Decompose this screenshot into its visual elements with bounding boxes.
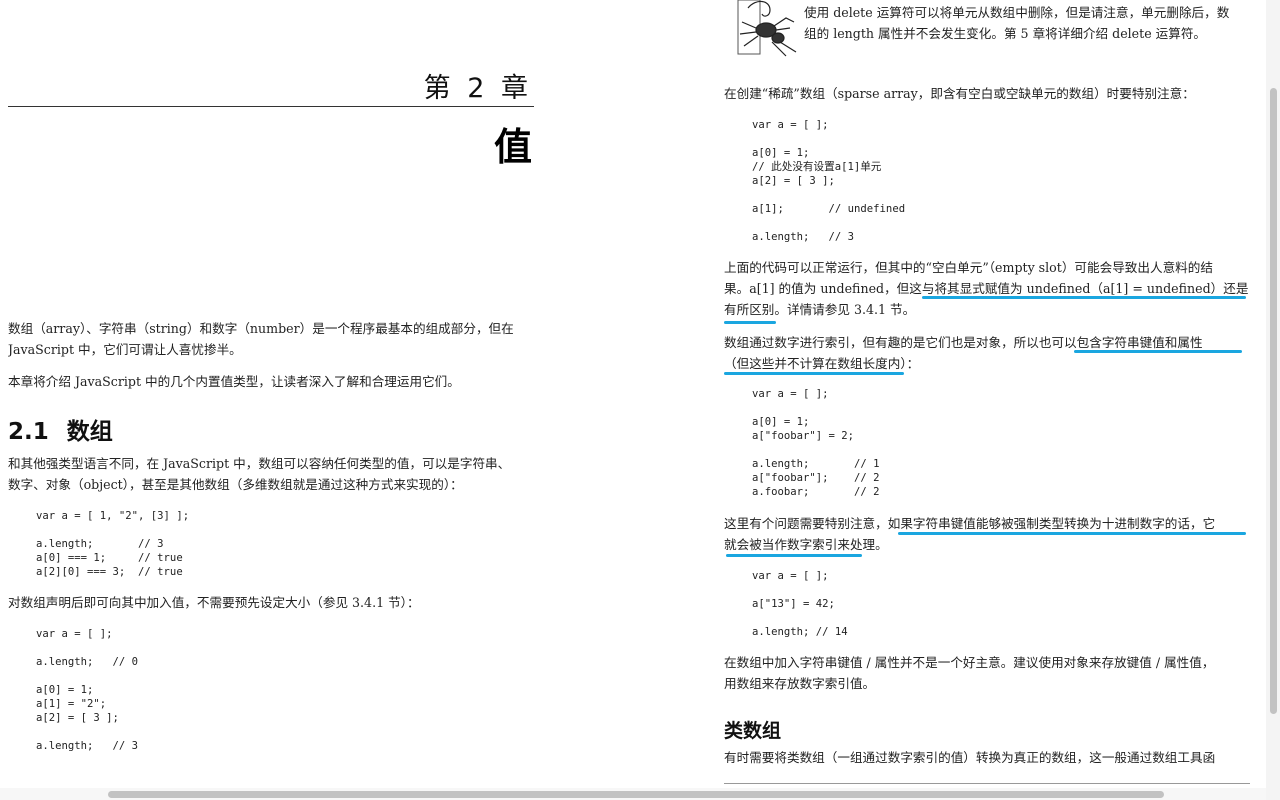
highlight-underline	[898, 532, 1246, 535]
intro-line-1: 数组（array）、字符串（string）和数字（number）是一个程序最基本…	[8, 321, 514, 336]
highlight-underline	[724, 372, 904, 375]
sparse-line-3: 有所区别。详情请参见 3.4.1 节。	[724, 302, 916, 317]
section-title: 数组	[66, 419, 113, 445]
note-line-1: 使用 delete 运算符可以将单元从数组中删除，但是请注意，单元删除后，数	[804, 5, 1230, 20]
highlight-underline	[724, 321, 776, 324]
paragraph-after-code1: 对数组声明后即可向其中加入值，不需要预先设定大小（参见 3.4.1 节）：	[8, 595, 420, 610]
highlight-underline	[922, 296, 1246, 299]
note-text: 使用 delete 运算符可以将单元从数组中删除，但是请注意，单元删除后，数 组…	[804, 2, 1250, 44]
scorpion-icon	[737, 0, 797, 57]
horizontal-scrollbar[interactable]	[0, 788, 1266, 800]
section-number: 2.1	[8, 419, 49, 445]
chapter-rule	[8, 106, 534, 107]
code-block-3: var a = [ ]; a[0] = 1; // 此处没有设置a[1]单元 a…	[752, 119, 906, 243]
intro-paragraph-2: 本章将介绍 JavaScript 中的几个内置值类型，让读者深入了解和合理运用它…	[8, 374, 460, 389]
array-like-paragraph: 有时需要将类数组（一组通过数字索引的值）转换为真正的数组，这一般通过数组工具函	[724, 750, 1216, 765]
advice-line-2: 用数组来存放数字索引值。	[724, 676, 876, 691]
advice-paragraph: 在数组中加入字符串键值 / 属性并不是一个好主意。建议使用对象来存放键值 / 属…	[724, 652, 1250, 694]
code-block-4: var a = [ ]; a[0] = 1; a["foobar"] = 2; …	[752, 388, 880, 498]
vertical-scrollbar[interactable]	[1266, 0, 1280, 800]
vertical-scrollbar-thumb[interactable]	[1270, 88, 1277, 714]
highlight-underline	[726, 554, 862, 557]
horizontal-scrollbar-thumb[interactable]	[108, 791, 1164, 798]
code-block-5: var a = [ ]; a["13"] = 42; a.length; // …	[752, 570, 848, 638]
section-heading: 2.1 数组	[8, 412, 113, 446]
intro-paragraph: 数组（array）、字符串（string）和数字（number）是一个程序最基本…	[8, 318, 534, 360]
caution-line-2: 就会被当作数字索引来处理。	[724, 537, 888, 552]
note-line-2: 组的 length 属性并不会发生变化。第 5 章将详细介绍 delete 运算…	[804, 26, 1207, 41]
advice-line-1: 在数组中加入字符串键值 / 属性并不是一个好主意。建议使用对象来存放键值 / 属…	[724, 655, 1215, 670]
sparse-line-1: 上面的代码可以正常运行，但其中的“空白单元”（empty slot）可能会导致出…	[724, 260, 1213, 275]
code-block-1: var a = [ 1, "2", [3] ]; a.length; // 3 …	[36, 510, 190, 578]
index-paragraph: 数组通过数字进行索引，但有趣的是它们也是对象，所以也可以包含字符串键值和属性 （…	[724, 332, 1250, 374]
caution-line-1: 这里有个问题需要特别注意，如果字符串键值能够被强制类型转换为十进制数字的话，它	[724, 516, 1216, 531]
right-page: 使用 delete 运算符可以将单元从数组中删除，但是请注意，单元删除后，数 组…	[724, 0, 1250, 790]
section-line-2: 数字、对象（object），甚至是其他数组（多维数组就是通过这种方式来实现的）：	[8, 477, 463, 492]
chapter-title: 值	[493, 125, 532, 169]
intro-line-2: JavaScript 中，它们可谓让人喜忧掺半。	[8, 342, 242, 357]
code-block-2: var a = [ ]; a.length; // 0 a[0] = 1; a[…	[36, 628, 139, 752]
page-bottom-rule	[724, 783, 1250, 784]
section-line-1: 和其他强类型语言不同，在 JavaScript 中，数组可以容纳任何类型的值，可…	[8, 456, 511, 471]
chapter-label: 第 2 章	[423, 73, 532, 104]
subsection-heading: 类数组	[724, 720, 782, 742]
section-paragraph: 和其他强类型语言不同，在 JavaScript 中，数组可以容纳任何类型的值，可…	[8, 453, 534, 495]
sparse-intro: 在创建“稀疏”数组（sparse array，即含有空白或空缺单元的数组）时要特…	[724, 86, 1195, 101]
sparse-paragraph: 上面的代码可以正常运行，但其中的“空白单元”（empty slot）可能会导致出…	[724, 257, 1250, 320]
highlight-underline	[1074, 350, 1242, 353]
index-line-2: （但这些并不计算在数组长度内）：	[724, 356, 920, 371]
left-page: 第 2 章 值 数组（array）、字符串（string）和数字（number）…	[8, 0, 534, 790]
